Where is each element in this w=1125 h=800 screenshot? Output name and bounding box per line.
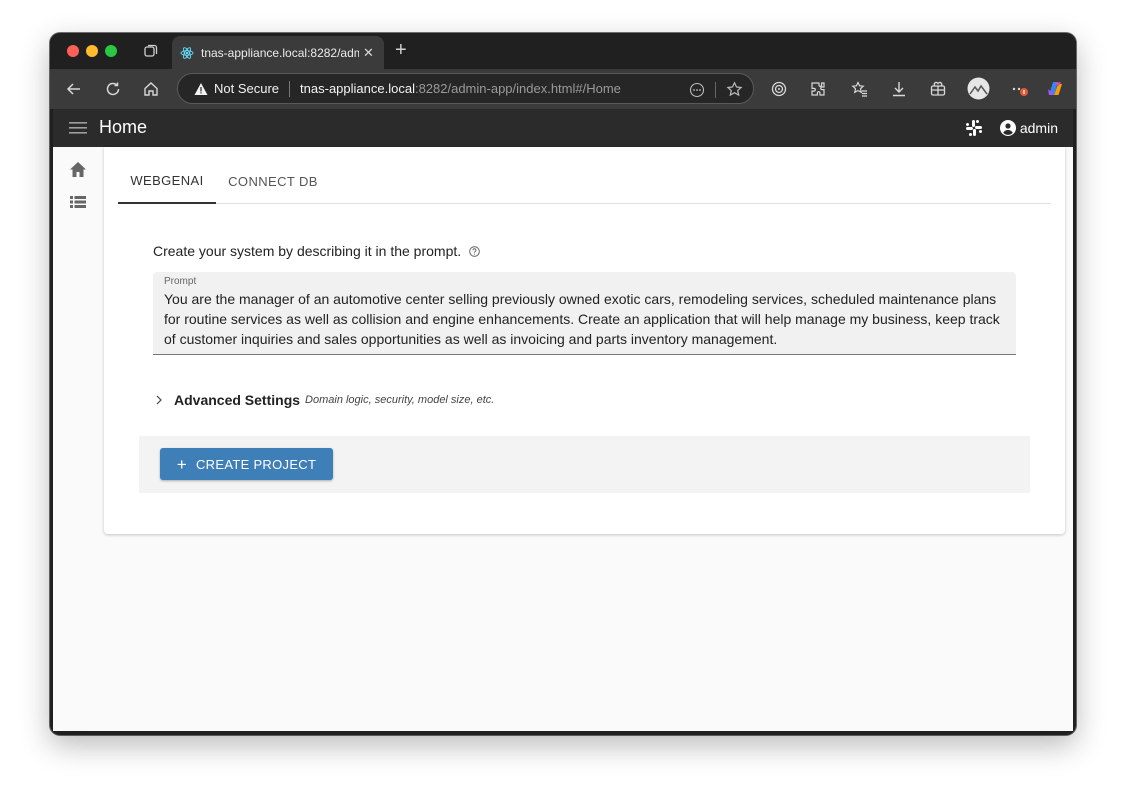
minimize-window-button[interactable] <box>86 45 98 57</box>
url-host: tnas-appliance.local <box>300 81 415 96</box>
app-bar: Home admin <box>53 109 1073 147</box>
help-icon[interactable] <box>469 245 480 257</box>
list-nav-icon[interactable] <box>68 192 88 212</box>
maximize-window-button[interactable] <box>105 45 117 57</box>
new-tab-button[interactable]: + <box>395 40 407 60</box>
tab-bar: WEBGENAI CONNECT DB <box>118 159 1051 204</box>
close-window-button[interactable] <box>67 45 79 57</box>
collections-icon[interactable] <box>928 79 948 99</box>
tab-webgenai[interactable]: WEBGENAI <box>118 159 216 204</box>
user-menu-label[interactable]: admin <box>1020 120 1058 136</box>
copilot-icon[interactable] <box>1045 79 1065 99</box>
tab-title: tnas-appliance.local:8282/admin-app/inde… <box>201 45 359 60</box>
advanced-settings-title: Advanced Settings <box>174 392 301 408</box>
back-icon[interactable] <box>64 79 84 99</box>
url-action-divider <box>715 81 716 98</box>
prompt-instruction: Create your system by describing it in t… <box>153 243 480 259</box>
favorites-icon[interactable] <box>850 79 870 99</box>
url-actions <box>689 81 743 98</box>
sidebar <box>53 147 103 731</box>
react-favicon-icon <box>180 46 194 59</box>
reload-icon[interactable] <box>103 79 123 99</box>
warning-icon <box>194 82 208 95</box>
actions-panel: + CREATE PROJECT <box>139 436 1030 493</box>
settings-more-icon[interactable] <box>1010 79 1030 99</box>
url-divider <box>289 80 291 97</box>
tracking-prevention-icon[interactable] <box>769 79 789 99</box>
instruction-text: Create your system by describing it in t… <box>153 243 462 259</box>
main-card: WEBGENAI CONNECT DB Create your system b… <box>104 147 1065 534</box>
tab-close-icon[interactable]: ✕ <box>363 45 374 61</box>
extensions-icon[interactable] <box>808 79 828 99</box>
create-project-label: CREATE PROJECT <box>195 456 317 472</box>
create-project-button[interactable]: + CREATE PROJECT <box>160 448 333 480</box>
prompt-textarea[interactable]: You are the manager of an automotive cen… <box>164 289 1005 349</box>
advanced-settings-toggle[interactable]: Advanced Settings Domain logic, security… <box>153 392 494 408</box>
app-viewport: Home admin WEBGENAI CONNECT DB Create yo… <box>53 109 1073 731</box>
menu-icon[interactable] <box>69 120 87 136</box>
page-title: Home <box>99 117 148 137</box>
home-nav-icon[interactable] <box>68 160 88 180</box>
more-page-options-icon[interactable] <box>689 82 705 98</box>
home-icon[interactable] <box>141 79 161 99</box>
prompt-label: Prompt <box>164 276 197 287</box>
url-path: :8282/admin-app/index.html#/Home <box>414 81 621 96</box>
chevron-right-icon <box>156 395 162 405</box>
slack-icon[interactable] <box>965 119 983 137</box>
browser-toolbar: Not Secure tnas-appliance.local :8282/ad… <box>50 69 1076 109</box>
downloads-icon[interactable] <box>889 79 909 99</box>
advanced-settings-subtitle: Domain logic, security, model size, etc. <box>305 394 495 406</box>
tab-actions-icon[interactable] <box>142 42 160 60</box>
not-secure-label[interactable]: Not Secure <box>214 81 279 96</box>
plus-icon: + <box>176 454 187 474</box>
profile-avatar[interactable] <box>967 77 990 100</box>
favorite-star-icon[interactable] <box>726 81 743 98</box>
tab-connect-db[interactable]: CONNECT DB <box>216 159 330 204</box>
tab-strip: tnas-appliance.local:8282/admin-app/inde… <box>50 33 1076 69</box>
account-circle-icon[interactable] <box>1000 120 1016 136</box>
address-bar[interactable]: Not Secure tnas-appliance.local :8282/ad… <box>177 73 754 104</box>
prompt-field[interactable]: Prompt You are the manager of an automot… <box>153 272 1016 355</box>
browser-tab-active[interactable]: tnas-appliance.local:8282/admin-app/inde… <box>172 36 384 69</box>
browser-window: tnas-appliance.local:8282/admin-app/inde… <box>50 33 1076 735</box>
